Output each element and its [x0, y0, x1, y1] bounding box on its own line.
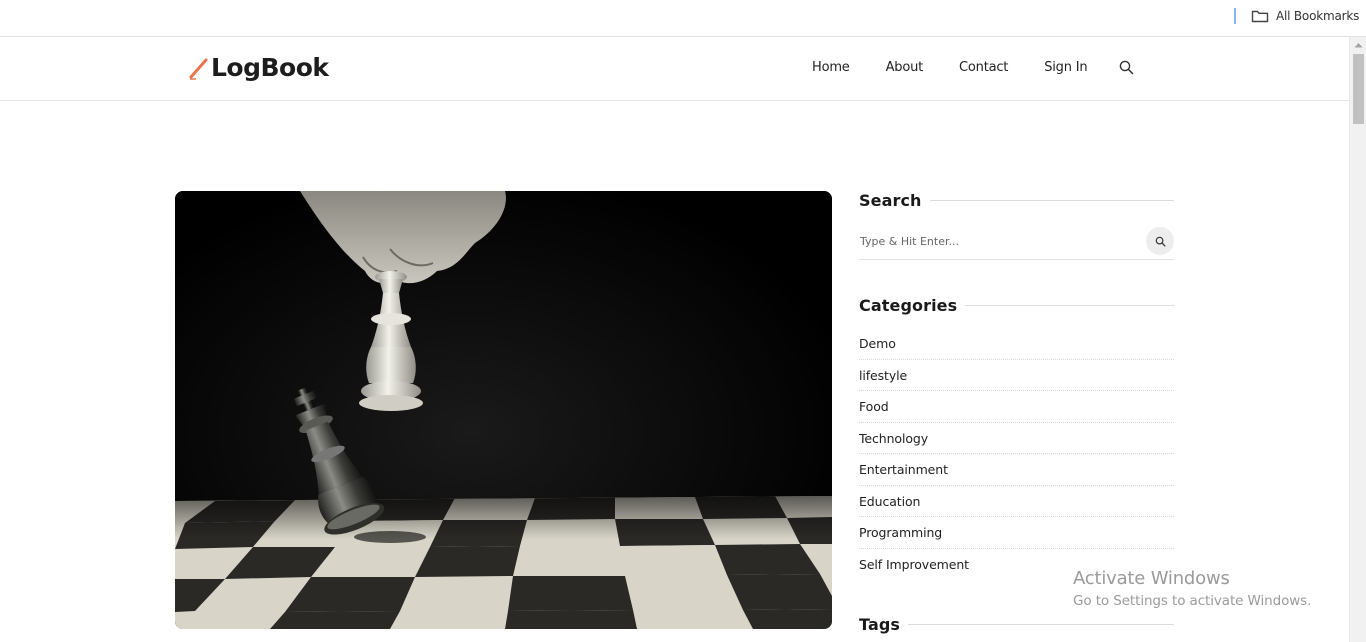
- categories-title-text: Categories: [859, 296, 958, 315]
- activate-windows-watermark: Activate Windows Go to Settings to activ…: [1073, 568, 1311, 609]
- title-divider: [965, 305, 1174, 306]
- title-divider: [929, 200, 1174, 201]
- main-nav: Home About Contact Sign In: [812, 60, 1123, 75]
- title-divider: [908, 624, 1174, 625]
- category-item-food[interactable]: Food: [859, 391, 1174, 423]
- category-item-technology[interactable]: Technology: [859, 423, 1174, 454]
- watermark-line-2: Go to Settings to activate Windows.: [1073, 593, 1312, 609]
- category-item-programming[interactable]: Programming: [859, 517, 1174, 549]
- folder-icon[interactable]: [1251, 8, 1269, 29]
- nav-sign-in[interactable]: Sign In: [1044, 60, 1087, 75]
- search-icon[interactable]: [1119, 60, 1134, 80]
- search-widget-title: Search: [859, 191, 1174, 210]
- category-item-demo[interactable]: Demo: [859, 328, 1174, 360]
- logo[interactable]: LogBook: [188, 53, 329, 82]
- pencil-icon: [188, 55, 210, 81]
- search-icon: [1155, 236, 1166, 247]
- scroll-up-icon[interactable]: [1354, 42, 1363, 48]
- search-submit-button[interactable]: [1146, 227, 1174, 255]
- category-item-entertainment[interactable]: Entertainment: [859, 454, 1174, 486]
- page-scrollbar[interactable]: [1349, 37, 1366, 642]
- nav-contact[interactable]: Contact: [959, 60, 1008, 75]
- bookmarks-bar: All Bookmarks: [0, 0, 1366, 37]
- category-item-education[interactable]: Education: [859, 486, 1174, 517]
- logo-text: LogBook: [211, 53, 329, 82]
- sidebar-search-input[interactable]: [859, 226, 1129, 256]
- search-title-text: Search: [859, 191, 922, 210]
- watermark-line-1: Activate Windows: [1073, 568, 1230, 589]
- all-bookmarks-button[interactable]: All Bookmarks: [1276, 9, 1359, 23]
- tags-widget-title: Tags: [859, 615, 1174, 634]
- category-item-lifestyle[interactable]: lifestyle: [859, 360, 1174, 391]
- tags-title-text: Tags: [859, 615, 901, 634]
- scroll-thumb[interactable]: [1353, 54, 1364, 124]
- bookmarks-divider: [1234, 8, 1236, 24]
- site-header: LogBook Home About Contact Sign In: [0, 37, 1349, 101]
- featured-post-image[interactable]: [175, 191, 832, 629]
- sidebar-search: [859, 226, 1174, 260]
- categories-widget-title: Categories: [859, 296, 1174, 315]
- nav-about[interactable]: About: [886, 60, 924, 75]
- category-list: Demo lifestyle Food Technology Entertain…: [859, 328, 1174, 580]
- nav-home[interactable]: Home: [812, 60, 850, 75]
